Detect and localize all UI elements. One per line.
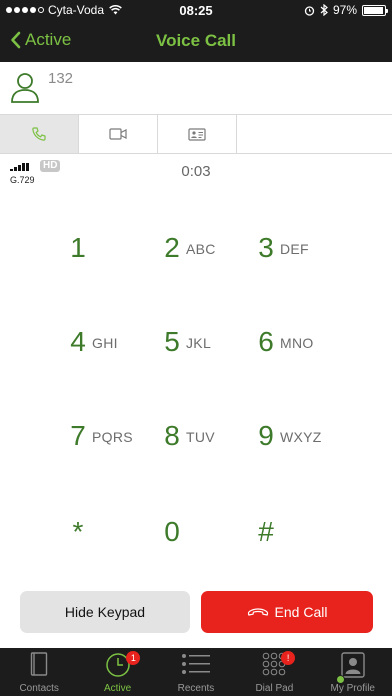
call-info: HD G.729 0:03 [0, 156, 392, 190]
key-digit: 1 [70, 232, 86, 263]
bottom-tab-bar: Contacts 1 Active Recents ! Dial Pad My … [0, 648, 392, 696]
tab-label: Active [103, 683, 132, 694]
tab-contact-card[interactable] [158, 115, 237, 153]
tab-active[interactable]: 1 Active [78, 648, 156, 696]
key-digit: * [72, 516, 84, 547]
battery-icon [362, 4, 388, 16]
contacts-icon [30, 652, 48, 676]
key-letters: PQRS [92, 429, 133, 445]
tab-my-profile[interactable]: My Profile [314, 648, 392, 696]
hide-keypad-button[interactable]: Hide Keypad [20, 591, 190, 633]
tab-video[interactable] [79, 115, 158, 153]
tab-label: My Profile [330, 683, 375, 694]
key-letters: JKL [186, 335, 212, 351]
tab-label: Recents [177, 683, 215, 694]
tab-dial-pad[interactable]: ! Dial Pad [235, 648, 313, 696]
bluetooth-icon [320, 4, 328, 16]
tab-contacts[interactable]: Contacts [0, 648, 78, 696]
call-tabs [0, 114, 392, 154]
tab-recents[interactable]: Recents [157, 648, 235, 696]
call-timer: 0:03 [181, 163, 211, 180]
key-digit: # [258, 516, 274, 547]
key-hash[interactable]: # [246, 516, 356, 576]
key-letters: ABC [186, 241, 216, 257]
key-digit: 0 [164, 516, 180, 547]
page-title: Voice Call [156, 31, 236, 50]
end-call-button[interactable]: End Call [201, 591, 373, 633]
tab-voice[interactable] [0, 115, 79, 153]
contact-card-icon [188, 127, 206, 141]
battery-percent: 97% [332, 3, 357, 17]
top-bar: Cyta-Voda 08:25 97% Active Voice Call [0, 0, 392, 62]
alarm-icon [304, 5, 315, 16]
hang-up-icon [247, 608, 268, 616]
video-camera-icon [109, 128, 127, 140]
tab-label: Dial Pad [255, 683, 294, 694]
navigation-bar: Active Voice Call [0, 22, 392, 62]
tab-spacer [237, 115, 392, 153]
key-9[interactable]: 9 WXYZ [246, 420, 356, 480]
key-letters: DEF [280, 241, 309, 257]
key-3[interactable]: 3 DEF [246, 232, 356, 292]
phone-icon [32, 127, 46, 141]
contact-number: 132 [48, 70, 74, 87]
key-letters: WXYZ [280, 429, 322, 445]
person-icon [11, 73, 39, 103]
contact-row[interactable]: 132 [0, 62, 392, 114]
tab-label: Contacts [19, 683, 59, 694]
key-letters: GHI [92, 335, 118, 351]
key-letters: MNO [280, 335, 314, 351]
key-letters: TUV [186, 429, 215, 445]
status-right: 97% [304, 3, 388, 17]
list-icon [181, 654, 210, 674]
hide-keypad-label: Hide Keypad [64, 604, 146, 620]
end-call-label: End Call [274, 604, 328, 620]
profile-icon [341, 652, 365, 678]
key-6[interactable]: 6 MNO [246, 326, 356, 386]
status-bar: Cyta-Voda 08:25 97% [0, 0, 392, 22]
